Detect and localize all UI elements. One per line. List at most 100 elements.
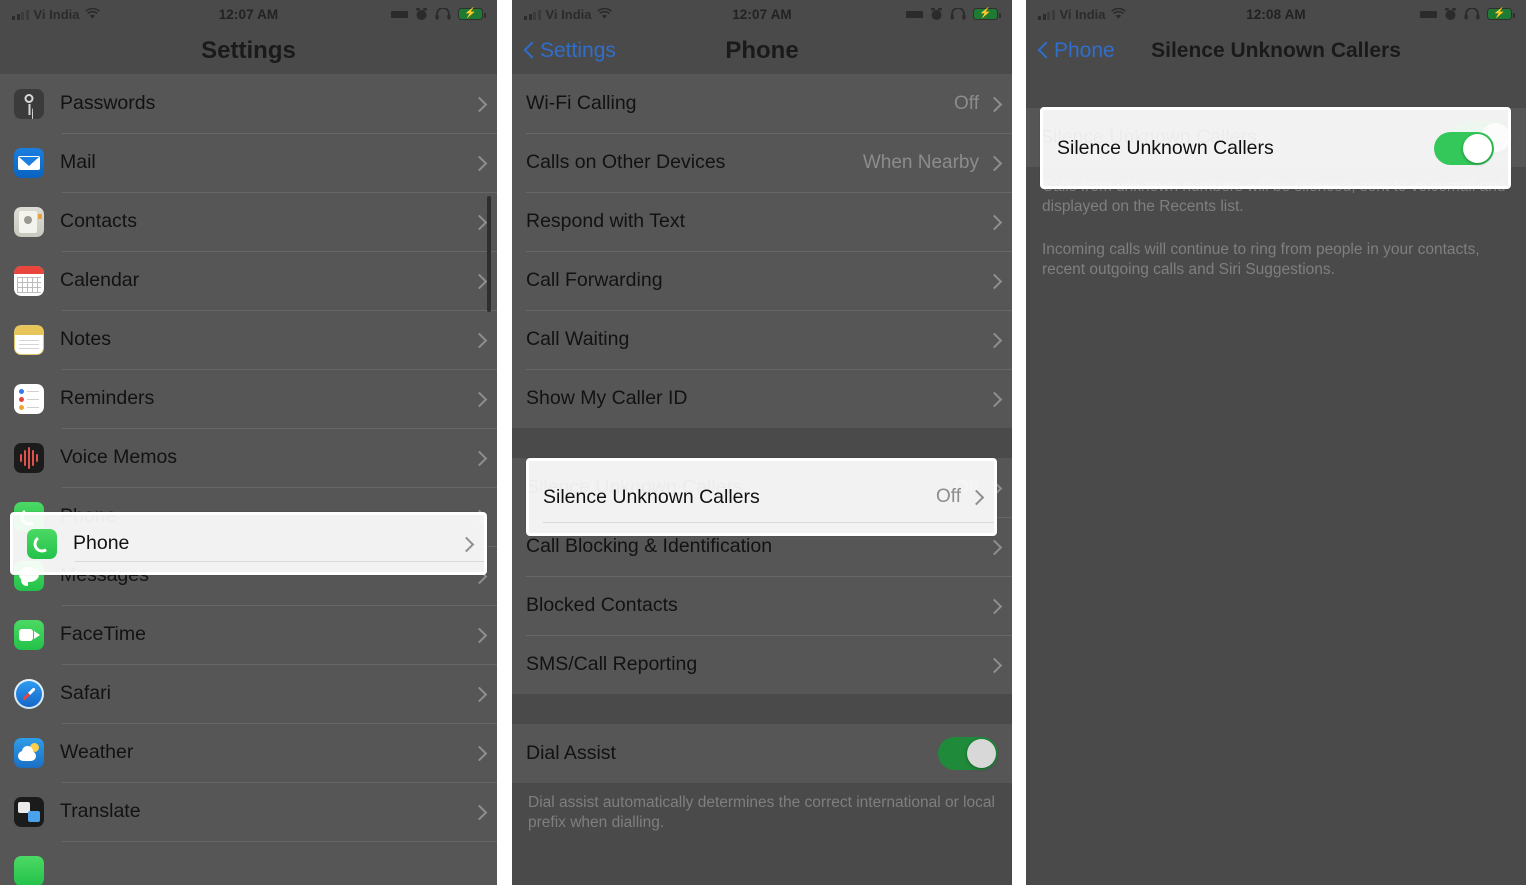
row-label: Voice Memos [60, 446, 178, 468]
passwords-icon [14, 88, 44, 119]
alarm-icon [1445, 7, 1456, 20]
row-label: Contacts [60, 210, 137, 232]
row-separator [75, 561, 484, 562]
row-call-forwarding[interactable]: Call Forwarding [512, 251, 1012, 310]
headphones-icon [950, 8, 966, 20]
status-bar: Vi India 12:08 AM ⚡ [1026, 0, 1526, 28]
status-bar-left: Vi India [12, 7, 100, 22]
signal-bars-icon [12, 9, 29, 20]
battery-charging-icon: ⚡ [1487, 8, 1515, 20]
signal-bars-icon [1038, 9, 1055, 20]
back-button-label: Phone [1054, 39, 1115, 62]
back-button[interactable]: Phone [1026, 39, 1115, 63]
highlight-silence-unknown-callers-row[interactable]: Silence Unknown Callers Off [526, 458, 997, 536]
highlight-silence-toggle-row[interactable]: Silence Unknown Callers [1040, 107, 1511, 189]
row-calls-on-other-devices[interactable]: Calls on Other Devices When Nearby [512, 133, 1012, 192]
chevron-right-icon [989, 598, 998, 614]
app-icon-partial [14, 855, 44, 885]
row-show-my-caller-id[interactable]: Show My Caller ID [512, 369, 1012, 428]
alarm-icon [931, 7, 942, 20]
sidebar-item-passwords[interactable]: Passwords [0, 74, 497, 133]
mail-icon [14, 147, 44, 178]
settings-list[interactable]: Passwords Mail Contacts Calendar Notes R… [0, 74, 497, 885]
wifi-icon [84, 8, 100, 19]
highlight-phone-row[interactable]: Phone [10, 512, 487, 575]
phone-settings-list[interactable]: Wi-Fi Calling Off Calls on Other Devices… [512, 74, 1012, 834]
row-respond-with-text[interactable]: Respond with Text [512, 192, 1012, 251]
sidebar-item-calendar[interactable]: Calendar [0, 251, 497, 310]
sidebar-item-notes[interactable]: Notes [0, 310, 497, 369]
dial-assist-toggle[interactable] [938, 737, 998, 770]
sidebar-item-safari[interactable]: Safari [0, 664, 497, 723]
page-title: Settings [201, 37, 296, 64]
row-label: Weather [60, 741, 134, 763]
bed-icon [906, 11, 923, 18]
row-label: Blocked Contacts [526, 594, 678, 616]
chevron-right-icon [474, 450, 483, 466]
dial-assist-footnote: Dial assist automatically determines the… [528, 794, 995, 832]
nav-bar: Phone Silence Unknown Callers [1026, 28, 1526, 74]
back-button[interactable]: Settings [512, 39, 616, 63]
row-label: Call Blocking & Identification [526, 535, 773, 557]
sidebar-item-voice-memos[interactable]: Voice Memos [0, 428, 497, 487]
row-label: Notes [60, 328, 111, 350]
row-wifi-calling[interactable]: Wi-Fi Calling Off [512, 74, 1012, 133]
chevron-right-icon [474, 155, 483, 171]
sidebar-item-weather[interactable]: Weather [0, 723, 497, 782]
scroll-indicator[interactable] [487, 196, 491, 312]
highlight-row-label: Phone [73, 532, 130, 554]
status-bar: Vi India 12:07 AM ⚡ [0, 0, 497, 28]
row-value: When Nearby [862, 151, 979, 173]
screenshot-stage: Vi India 12:07 AM ⚡ Settings Passwords M… [0, 0, 1526, 885]
row-label: Safari [60, 682, 111, 704]
phone-screen-phone-settings: Vi India 12:07 AM ⚡ Settings Phone Wi-Fi… [512, 0, 1012, 885]
row-label: Calendar [60, 269, 140, 291]
chevron-right-icon [474, 391, 483, 407]
sidebar-item-contacts[interactable]: Contacts [0, 192, 497, 251]
row-label: Calls on Other Devices [526, 151, 726, 173]
reminders-icon [14, 383, 44, 414]
carrier-label: Vi India [33, 6, 80, 22]
sidebar-item-facetime[interactable]: FaceTime [0, 605, 497, 664]
row-dial-assist[interactable]: Dial Assist [512, 724, 1012, 783]
row-blocked-contacts[interactable]: Blocked Contacts [512, 576, 1012, 635]
row-label: FaceTime [60, 623, 146, 645]
status-bar-left: Vi India [524, 7, 612, 22]
sidebar-item-mail[interactable]: Mail [0, 133, 497, 192]
chevron-right-icon [474, 214, 483, 230]
row-label: Mail [60, 151, 96, 173]
facetime-icon [14, 619, 44, 650]
row-label: Show My Caller ID [526, 387, 688, 409]
bed-icon [391, 11, 408, 18]
sidebar-item-partial[interactable] [0, 841, 497, 885]
carrier-label: Vi India [1059, 6, 1106, 22]
silence-unknown-callers-toggle[interactable] [1434, 131, 1494, 165]
chevron-right-icon [989, 273, 998, 289]
battery-charging-icon: ⚡ [458, 8, 486, 20]
translate-icon [14, 796, 44, 827]
chevron-left-icon [1038, 42, 1049, 60]
silence-unknown-callers-screen: Vi India 12:08 AM ⚡ Phone Silence Unknow… [1026, 0, 1526, 885]
chevron-right-icon [461, 536, 470, 552]
phone-settings-screen: Vi India 12:07 AM ⚡ Settings Phone Wi-Fi… [512, 0, 1012, 885]
sidebar-item-translate[interactable]: Translate [0, 782, 497, 841]
calls-group: Wi-Fi Calling Off Calls on Other Devices… [512, 74, 1012, 428]
chevron-right-icon [474, 273, 483, 289]
row-label: Translate [60, 800, 141, 822]
status-bar-left: Vi India [1038, 7, 1126, 22]
row-separator [543, 522, 994, 523]
row-call-waiting[interactable]: Call Waiting [512, 310, 1012, 369]
row-sms-call-reporting[interactable]: SMS/Call Reporting [512, 635, 1012, 694]
chevron-right-icon [474, 804, 483, 820]
safari-icon [14, 678, 44, 709]
row-label: SMS/Call Reporting [526, 653, 698, 675]
sidebar-item-reminders[interactable]: Reminders [0, 369, 497, 428]
phone-icon [27, 528, 57, 559]
headphones-icon [435, 8, 451, 20]
highlight-row-value: Off [936, 486, 961, 507]
highlight-row-label: Silence Unknown Callers [543, 485, 760, 508]
chevron-right-icon [474, 627, 483, 643]
status-bar: Vi India 12:07 AM ⚡ [512, 0, 1012, 28]
